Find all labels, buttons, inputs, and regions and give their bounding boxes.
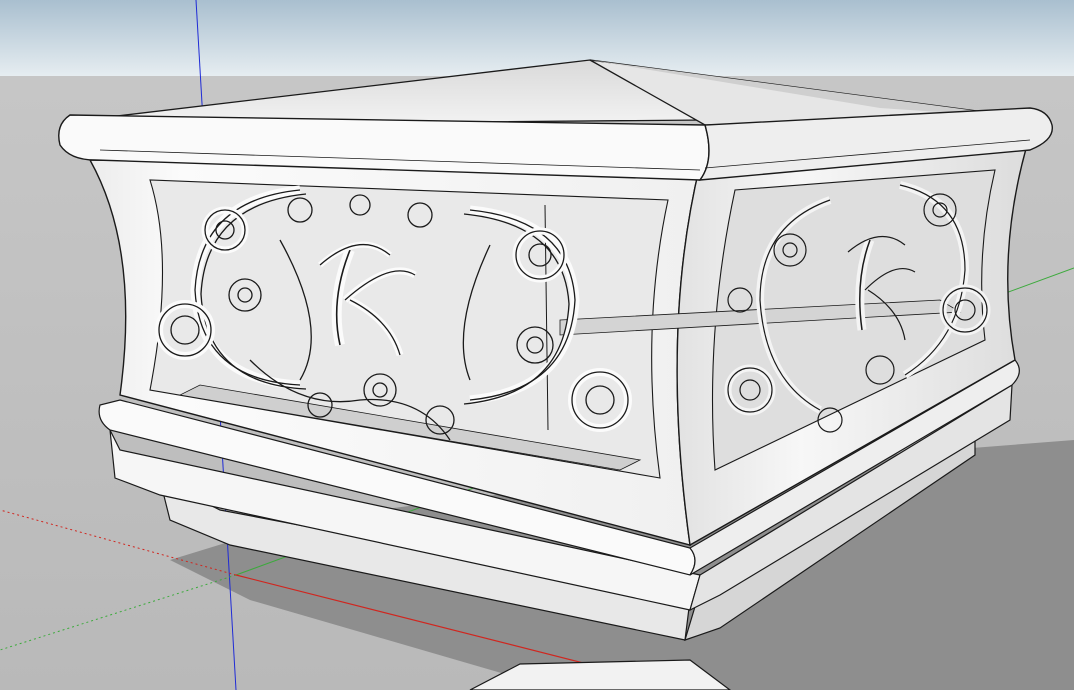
sky: [0, 0, 1074, 76]
sketchup-viewport[interactable]: [0, 0, 1074, 690]
3d-scene[interactable]: [0, 0, 1074, 690]
